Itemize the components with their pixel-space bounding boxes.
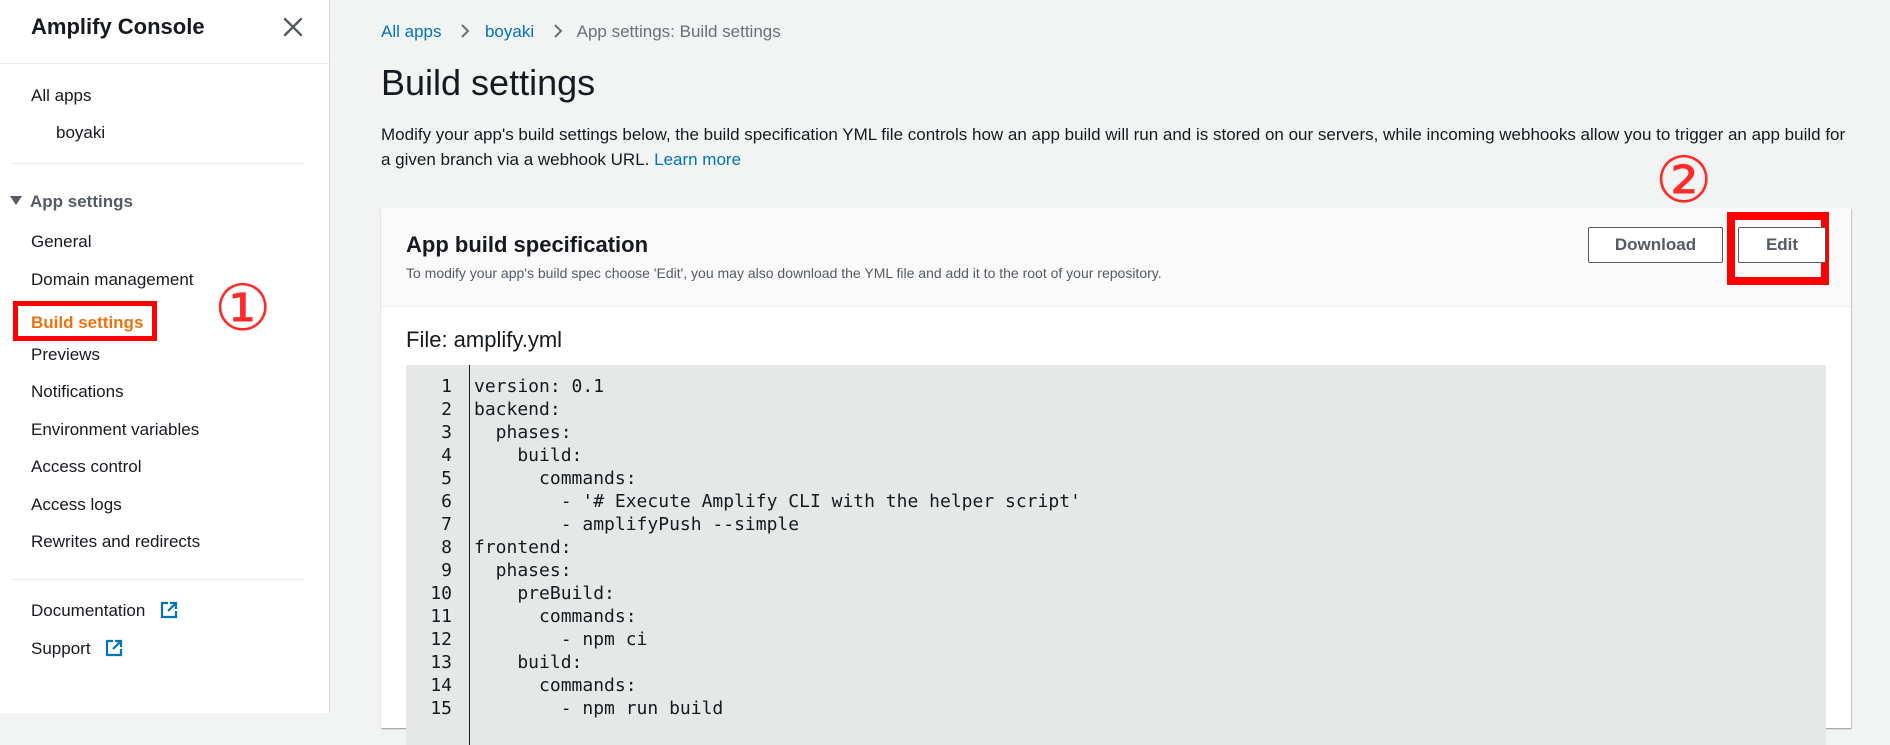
sidebar-item-app[interactable]: boyaki — [56, 123, 105, 143]
sidebar-item-rewrites-and-redirects[interactable]: Rewrites and redirects — [31, 532, 200, 552]
code-text: - npm run build — [474, 698, 724, 719]
line-number: 9 — [441, 560, 452, 581]
sidebar-item-documentation[interactable]: Documentation — [31, 601, 178, 621]
line-number: 8 — [441, 537, 452, 558]
panel-header: App build specification To modify your a… — [381, 208, 1851, 307]
sidebar-section-app-settings[interactable]: App settings — [10, 192, 133, 212]
sidebar: Amplify Console All apps boyaki App sett… — [0, 0, 330, 713]
code-text: phases: — [474, 560, 572, 581]
code-text: version: 0.1 — [474, 376, 605, 397]
build-spec-panel: App build specification To modify your a… — [381, 208, 1851, 745]
line-number: 7 — [441, 514, 452, 535]
code-text: preBuild: — [474, 583, 615, 604]
breadcrumb-current: App settings: Build settings — [576, 22, 781, 41]
external-link-icon — [160, 601, 178, 619]
sidebar-item-general[interactable]: General — [31, 232, 91, 252]
sidebar-section-label: App settings — [30, 192, 133, 211]
annotation-circle-1: ① — [214, 272, 272, 346]
external-link-icon — [106, 639, 123, 657]
close-icon[interactable] — [281, 15, 305, 39]
sidebar-header: Amplify Console — [0, 0, 329, 64]
sidebar-item-notifications[interactable]: Notifications — [31, 382, 124, 402]
sidebar-title: Amplify Console — [31, 14, 205, 39]
line-number: 14 — [430, 675, 452, 696]
chevron-right-icon — [554, 24, 563, 38]
line-number: 6 — [441, 491, 452, 512]
sidebar-item-label: Build settings — [31, 313, 144, 332]
line-number: 12 — [430, 629, 452, 650]
description-text: Modify your app's build settings below, … — [381, 125, 1846, 169]
sidebar-item-all-apps[interactable]: All apps — [31, 86, 91, 106]
code-text: - npm ci — [474, 629, 648, 650]
line-number: 2 — [441, 399, 452, 420]
line-number: 1 — [441, 376, 452, 397]
learn-more-link[interactable]: Learn more — [654, 150, 741, 169]
sidebar-item-previews[interactable]: Previews — [31, 345, 100, 365]
sidebar-item-label: Documentation — [31, 601, 146, 620]
code-text: commands: — [474, 675, 637, 696]
breadcrumb-all-apps[interactable]: All apps — [381, 22, 441, 41]
line-number: 10 — [430, 583, 452, 604]
download-button[interactable]: Download — [1588, 227, 1723, 263]
sidebar-item-build-settings[interactable]: Build settings — [13, 301, 157, 341]
panel-title: App build specification — [406, 232, 649, 257]
sidebar-item-domain-management[interactable]: Domain management — [31, 270, 194, 290]
sidebar-item-label: Support — [31, 639, 91, 658]
breadcrumb-app[interactable]: boyaki — [485, 22, 534, 41]
breadcrumb: All apps boyaki App settings: Build sett… — [381, 22, 781, 42]
sidebar-item-environment-variables[interactable]: Environment variables — [31, 420, 199, 440]
page-title: Build settings — [381, 62, 596, 103]
line-number: 3 — [441, 422, 452, 443]
code-text: build: — [474, 445, 583, 466]
sidebar-divider — [10, 163, 305, 164]
chevron-right-icon — [461, 24, 470, 38]
sidebar-divider — [10, 579, 305, 580]
code-text: commands: — [474, 468, 637, 489]
line-number: 13 — [430, 652, 452, 673]
code-text: frontend: — [474, 537, 572, 558]
sidebar-item-access-logs[interactable]: Access logs — [31, 495, 122, 515]
sidebar-item-support[interactable]: Support — [31, 639, 123, 659]
page-description: Modify your app's build settings below, … — [381, 122, 1851, 172]
code-editor: 1 version: 0.1 2 backend: 3 phases: 4 build: 5… — [406, 365, 1826, 745]
line-number: 4 — [441, 445, 452, 466]
panel-subtitle: To modify your app's build spec choose '… — [406, 265, 1162, 281]
code-text: build: — [474, 652, 583, 673]
edit-button[interactable]: Edit — [1738, 227, 1826, 263]
code-text: backend: — [474, 399, 561, 420]
sidebar-item-access-control[interactable]: Access control — [31, 457, 142, 477]
code-text: - '# Execute Amplify CLI with the helper… — [474, 491, 1081, 512]
line-number: 15 — [430, 698, 452, 719]
code-text: - amplifyPush --simple — [474, 514, 800, 535]
code-text: phases: — [474, 422, 572, 443]
line-number: 5 — [441, 468, 452, 489]
caret-down-icon — [10, 196, 22, 205]
code-text: commands: — [474, 606, 637, 627]
line-number: 11 — [430, 606, 452, 627]
file-label: File: amplify.yml — [406, 327, 563, 352]
